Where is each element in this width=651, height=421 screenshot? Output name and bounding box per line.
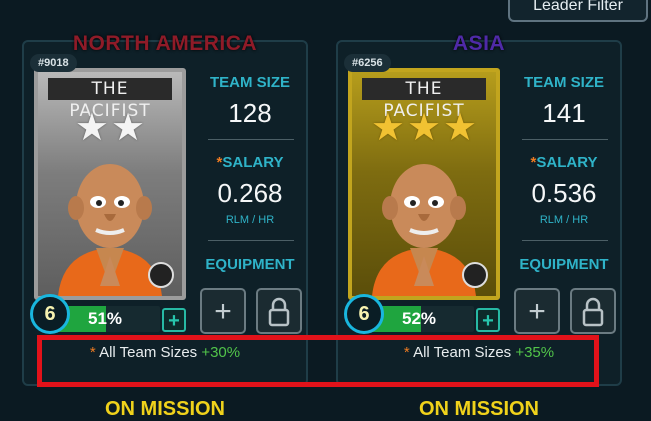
card-title: THE PACIFIST: [362, 78, 486, 121]
lock-icon: [268, 297, 290, 327]
team-size-value: 128: [228, 98, 272, 128]
leader-portrait[interactable]: THE PACIFIST ★★: [34, 68, 186, 300]
team-bonus: * All Team Sizes +35%: [403, 344, 555, 361]
bonus-value: +30%: [201, 344, 241, 361]
add-equipment-button[interactable]: +: [200, 288, 246, 334]
team-size-value: 141: [542, 98, 586, 128]
leader-filter-button[interactable]: Leader Filter: [508, 0, 648, 22]
realm-logo: [148, 262, 174, 288]
divider: [522, 240, 608, 241]
salary-label: SALARY: [536, 154, 598, 171]
plus-icon: +: [482, 310, 494, 332]
region-label: NORTH AMERICA: [72, 32, 258, 55]
divider: [208, 240, 294, 241]
team-bonus: * All Team Sizes +30%: [89, 344, 241, 361]
divider: [522, 139, 608, 140]
plus-icon: +: [528, 295, 546, 328]
salary-value: 0.268: [217, 178, 283, 208]
salary-value: 0.536: [531, 178, 597, 208]
plus-icon: +: [214, 295, 232, 328]
bonus-label: All Team Sizes: [413, 344, 512, 361]
lock-icon: [582, 297, 604, 327]
locked-equipment-slot[interactable]: [256, 288, 302, 334]
equipment-label: EQUIPMENT: [205, 256, 295, 273]
card-title: THE PACIFIST: [48, 78, 172, 121]
level-badge: 6: [30, 294, 70, 334]
divider: [208, 139, 294, 140]
level-up-button[interactable]: +: [476, 308, 500, 332]
add-equipment-button[interactable]: +: [514, 288, 560, 334]
leader-id-badge: #9018: [30, 54, 77, 72]
plus-icon: +: [168, 310, 180, 332]
salary-label-row: *SALARY: [216, 154, 284, 171]
mission-status: ON MISSION: [104, 398, 225, 420]
leader-id-badge: #6256: [344, 54, 391, 72]
salary-unit: RLM / HR: [225, 214, 275, 226]
leader-card[interactable]: NORTH AMERICA #9018 THE PACIFIST ★★ 51% …: [22, 32, 308, 386]
team-size-label: TEAM SIZE: [523, 74, 604, 91]
level-up-button[interactable]: +: [162, 308, 186, 332]
bonus-value: +35%: [515, 344, 555, 361]
salary-label: SALARY: [222, 154, 284, 171]
bonus-label: All Team Sizes: [99, 344, 198, 361]
realm-logo: [462, 262, 488, 288]
region-label: ASIA: [452, 32, 506, 55]
salary-label-row: *SALARY: [530, 154, 598, 171]
mission-status: ON MISSION: [418, 398, 539, 420]
equipment-label: EQUIPMENT: [519, 256, 609, 273]
leader-card[interactable]: ASIA #6256 THE PACIFIST ★★★ 52% 6 + TEAM…: [336, 32, 622, 386]
salary-unit: RLM / HR: [539, 214, 589, 226]
team-size-label: TEAM SIZE: [209, 74, 290, 91]
locked-equipment-slot[interactable]: [570, 288, 616, 334]
leader-portrait[interactable]: THE PACIFIST ★★★: [348, 68, 500, 300]
level-badge: 6: [344, 294, 384, 334]
